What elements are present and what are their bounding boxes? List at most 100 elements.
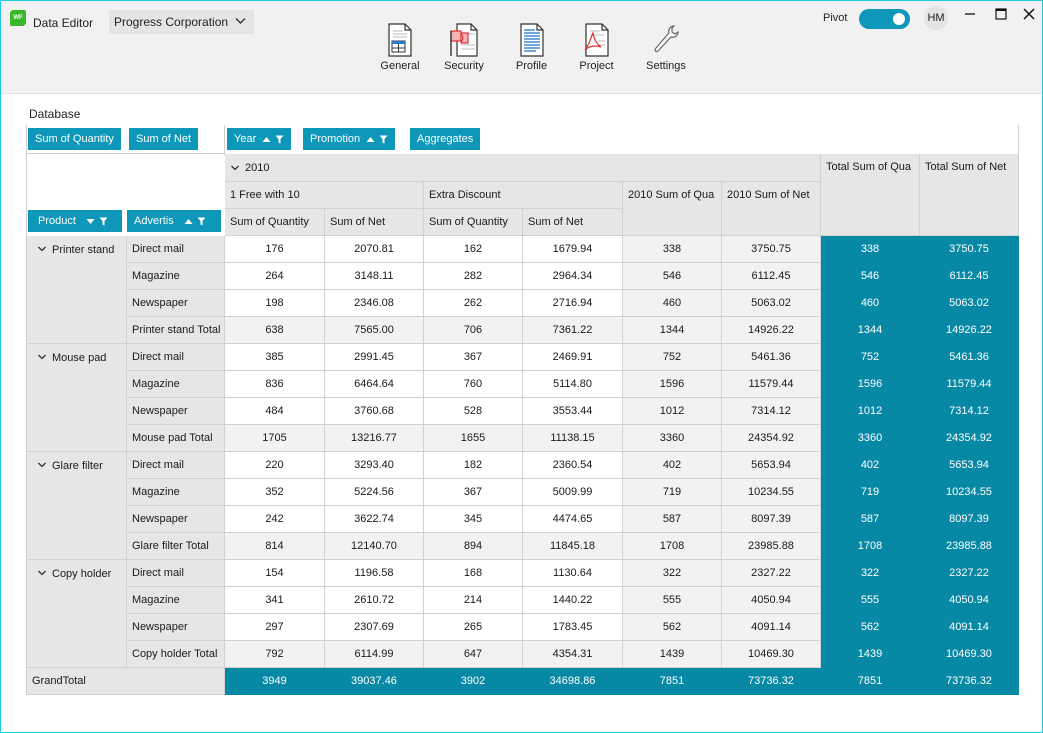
cell-value: 1439 [659,648,685,660]
cell-value: 719 [860,486,880,498]
data-field-sum-quantity-chip[interactable]: Sum of Quantity [28,128,121,150]
cell-value: 5653.94 [949,459,989,471]
data-cell: 8097.39 [722,506,821,533]
data-cell: 3553.44 [523,398,623,425]
subtotal-cell: 1344 [623,317,722,344]
data-cell: 5009.99 [523,479,623,506]
cell-value: 322 [662,567,682,579]
chevron-down-icon[interactable] [230,163,240,173]
cell-value: 367 [463,486,483,498]
data-cell: 8097.39 [920,506,1019,533]
cell-value: 484 [265,405,284,417]
project-pdf-icon [584,23,609,57]
cell-value: 282 [463,270,483,282]
cell-value: 2327.22 [751,567,791,579]
cell-value: 7565.00 [354,324,394,336]
data-field-sum-net-chip[interactable]: Sum of Net [129,128,199,150]
product-group-header[interactable]: Mouse pad [27,344,127,452]
data-cell: 2346.08 [325,290,424,317]
pivot-toggle[interactable] [859,9,910,29]
cell-value: 11138.15 [550,432,595,444]
toggle-knob [893,13,905,25]
filter-icon[interactable] [99,217,108,226]
data-cell: 1012 [821,398,920,425]
maximize-icon[interactable] [994,7,1008,21]
cell-value: Newspaper [132,297,188,309]
year-header[interactable]: 2010 [225,154,821,182]
data-cell: 345 [424,506,523,533]
cell-value: 11579.44 [748,378,794,390]
ribbon-settings-button[interactable]: Settings [629,23,703,72]
sort-ascending-icon[interactable] [262,135,271,144]
sort-descending-icon[interactable] [86,217,95,226]
ribbon-project-button[interactable]: Project [564,23,629,72]
cell-value: 7361.22 [552,324,593,336]
close-icon[interactable] [1022,7,1036,21]
minimize-icon[interactable] [963,7,977,21]
cell-value: 1012 [659,405,685,417]
data-cell: 220 [225,452,325,479]
subtotal-cell: 706 [424,317,523,344]
column-field-year-chip[interactable]: Year [227,128,292,150]
filter-icon[interactable] [275,135,284,144]
cell-value: 638 [265,324,284,336]
column-field-promotion-chip[interactable]: Promotion [303,128,396,150]
cell-value: 322 [860,567,880,579]
subtotal-cell: 4354.31 [523,641,623,668]
product-group-header[interactable]: Printer stand [27,236,127,344]
data-cell: 1679.94 [523,236,623,263]
data-cell: 3148.11 [325,263,424,290]
sort-ascending-icon[interactable] [366,135,375,144]
sort-ascending-icon[interactable] [184,217,193,226]
data-cell: 2327.22 [920,560,1019,587]
grand-total-cell: 39037.46 [325,668,424,695]
column-field-aggregates-chip[interactable]: Aggregates [410,128,481,150]
cell-value: 24354.92 [748,432,794,444]
cell-value: 341 [265,594,284,606]
cell-value: 338 [662,243,682,255]
grand-total-net-header: Total Sum of Net [920,154,1019,236]
filter-icon[interactable] [197,217,206,226]
product-group-header[interactable]: Glare filter [27,452,127,560]
cell-value: 5224.56 [354,486,394,498]
pivot-label: Pivot [823,12,848,24]
data-cell: 1196.58 [325,560,424,587]
data-cell: 265 [424,614,523,641]
row-field-advertising-chip[interactable]: Advertis [127,210,221,232]
data-cell: 3760.68 [325,398,424,425]
data-cell: 555 [623,587,722,614]
data-cell: 3750.75 [920,236,1019,263]
filter-icon[interactable] [379,135,388,144]
cell-value: 6464.64 [354,378,394,390]
cell-value: 168 [463,567,483,579]
chevron-down-icon[interactable] [37,460,47,470]
data-cell: 546 [821,263,920,290]
chevron-down-icon[interactable] [37,244,47,254]
data-cell: 460 [623,290,722,317]
cell-value: Glare filter Total [132,540,209,552]
cell-value: 1440.22 [552,594,593,606]
subtotal-cell: 23985.88 [722,533,821,560]
product-group-header[interactable]: Copy holder [27,560,127,668]
cell-value: 154 [265,567,284,579]
avatar[interactable]: HM [924,6,948,30]
cell-value: 220 [265,459,284,471]
data-cell: 2716.94 [523,290,623,317]
cell-value: Magazine [132,594,180,606]
ribbon-profile-button[interactable]: Profile [499,23,564,72]
chevron-down-icon[interactable] [37,352,47,362]
company-select[interactable]: Progress Corporation [109,10,254,34]
cell-value: 10469.30 [946,648,992,660]
cell-value: 587 [662,513,682,525]
grand-total-cell: 73736.32 [920,668,1019,695]
chevron-down-icon[interactable] [37,568,47,578]
data-cell: 1783.45 [523,614,623,641]
cell-value: Newspaper [132,621,188,633]
ribbon-general-button[interactable]: General [371,23,429,72]
data-cell: 182 [424,452,523,479]
year-total-quantity-header: 2010 Sum of Qua [623,182,722,236]
grand-total-cell: 73736.32 [722,668,821,695]
ribbon-security-button[interactable]: Security [429,23,499,72]
ribbon-security-label: Security [444,60,484,72]
row-field-product-chip[interactable]: Product [28,210,122,232]
